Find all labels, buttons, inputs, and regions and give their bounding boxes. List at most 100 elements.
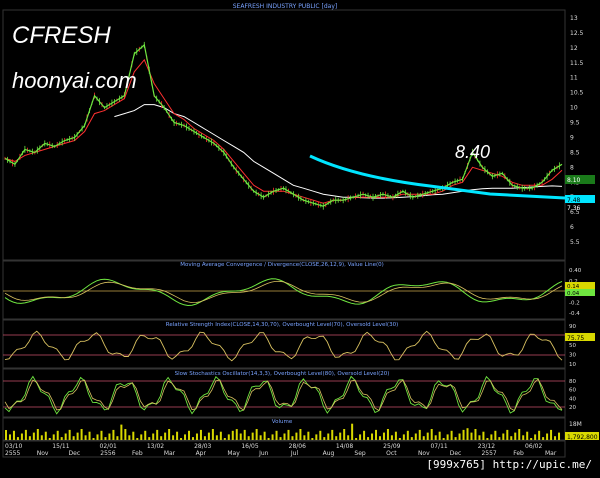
volume-bar [430,429,433,440]
last-price-tag: 8.10 [567,177,581,184]
volume-bar [223,438,226,440]
volume-bar [482,431,485,440]
price-axis-label: 10 [570,105,578,112]
volume-bar [311,438,314,440]
volume-bar [20,433,23,440]
volume-bar [203,436,206,440]
volume-bar [355,438,358,440]
month-label: Feb [132,450,143,457]
volume-bar [458,433,461,440]
month-label: 2555 [5,450,20,457]
volume-bar [554,436,557,440]
volume-bar [367,437,370,440]
date-label: 02/01 [100,443,117,450]
volume-bar [251,432,254,440]
volume-bar [558,432,561,440]
volume-bar [291,436,294,440]
price-axis-label: 9.5 [570,120,580,127]
volume-tag: 1,792,800 [567,434,598,441]
volume-bar [68,429,71,440]
volume-bar [152,433,155,440]
volume-bar [283,433,286,440]
price-axis-label: 12 [570,45,578,52]
volume-bar [28,436,31,440]
axis-label: -0.2 [569,300,580,306]
volume-bar [40,435,43,440]
stoch-axis: 80 60 40 20 [569,379,576,411]
month-label: Jul [290,450,299,457]
volume-bar [323,437,326,440]
volume-bar [418,429,421,440]
volume-bar [84,435,87,440]
ma-tag-1: 7.48 [567,197,581,204]
volume-bar [526,431,529,440]
volume-bar [542,437,545,440]
date-label: 13/02 [147,443,164,450]
volume-bar [454,437,457,440]
volume-bar [255,429,258,440]
volume-bar [462,429,465,440]
volume-bar [299,429,302,440]
volume-bar [24,429,27,440]
volume-bar [215,435,218,440]
volume-bar [382,432,385,440]
volume-bar [319,430,322,440]
axis-label: 10 [569,362,576,368]
volume-bar [144,430,147,440]
date-label: 23/12 [478,443,495,450]
macd-tag-2: 0.04 [567,291,580,297]
date-label: 07/11 [430,443,447,450]
axis-label: 60 [569,388,576,394]
volume-bar [56,430,59,440]
volume-bar [124,429,127,440]
price-axis-label: 11.5 [570,60,584,67]
volume-bar [402,434,405,440]
volume-bar [112,429,115,440]
month-label: Mar [164,450,176,457]
volume-bar [343,429,346,440]
volume-bar [394,431,397,440]
volume-bar [538,430,541,440]
price-axis-label: 8.5 [570,149,580,156]
volume-bar [32,432,35,440]
volume-bar [347,435,350,440]
volume-bar [156,429,159,440]
volume-bar [442,438,445,440]
axis-label: -0.4 [569,311,580,317]
volume-bar [100,430,103,440]
volume-bar [426,432,429,440]
volume-bar [16,437,19,440]
month-label: 2556 [100,450,115,457]
volume-bar [490,434,493,440]
volume-bar [502,433,505,440]
volume-bar [315,434,318,440]
volume-bar [184,434,187,440]
volume-bar [410,437,413,440]
volume-bar [247,436,250,440]
volume-bar [136,438,139,440]
axis-label: 0.40 [569,268,582,274]
volume-title: Volume [272,419,293,425]
volume-bar [271,434,274,440]
date-label: 28/06 [289,443,306,450]
date-label: 16/05 [241,443,258,450]
axis-label: 40 [569,396,576,402]
volume-bar [92,438,95,440]
volume-bar [263,431,266,440]
month-label: May [227,450,240,457]
volume-bar [303,435,306,440]
volume-bar [390,435,393,440]
volume-bar [434,435,437,440]
volume-bar [307,431,310,440]
volume-bar [219,431,222,440]
volume-bar [72,436,75,440]
volume-bar [406,430,409,440]
month-label: Sep [354,450,366,457]
volume-bar [398,438,401,440]
volume-bar [450,430,453,440]
footer-url[interactable]: [999x765] http://upic.me/ [426,458,592,471]
volume-bar [188,430,191,440]
volume-bar [335,436,338,440]
volume-bar [12,430,15,440]
volume-bar [195,433,198,440]
